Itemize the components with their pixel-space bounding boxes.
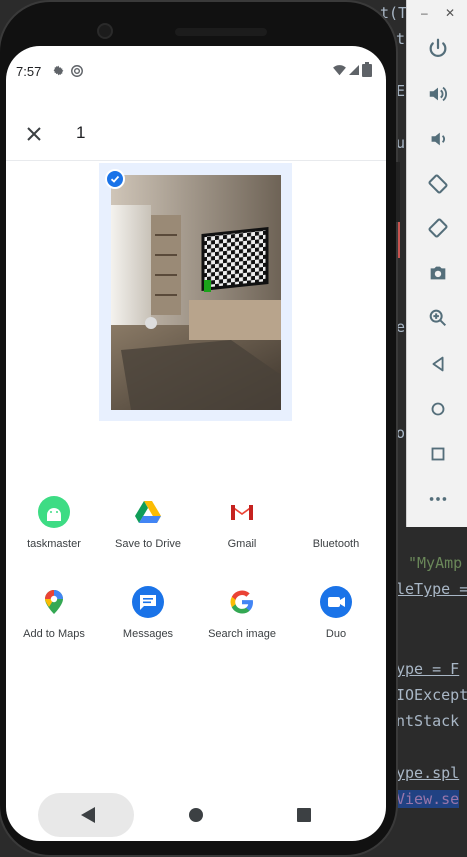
share-target-taskmaster[interactable]: taskmaster	[8, 496, 100, 566]
share-target-label: Messages	[122, 628, 174, 640]
minimize-button[interactable]: –	[421, 6, 428, 20]
volume-down-button[interactable]	[424, 125, 452, 153]
power-icon	[429, 38, 447, 57]
image-thumbnail	[111, 175, 281, 410]
image-preview-card[interactable]	[99, 163, 292, 421]
screenshot-button[interactable]	[424, 259, 452, 287]
messages-icon	[132, 586, 164, 618]
share-target-bluetooth[interactable]: Bluetooth	[290, 496, 382, 566]
navigation-bar	[6, 781, 386, 841]
battery-icon	[362, 62, 372, 77]
back-button[interactable]	[424, 350, 452, 378]
rotate-left-icon	[428, 174, 448, 194]
share-target-label: taskmaster	[27, 538, 81, 550]
sync-icon	[71, 65, 83, 77]
share-target-label: Gmail	[227, 538, 257, 550]
status-time: 7:57	[16, 64, 42, 79]
earpiece-speaker	[175, 28, 267, 36]
rotate-left-button[interactable]	[424, 170, 452, 198]
settings-gear-icon	[53, 65, 64, 76]
overview-square-icon	[297, 808, 311, 822]
share-target-search-image[interactable]: Search image	[196, 586, 288, 656]
rotate-right-icon	[428, 218, 448, 238]
maps-icon	[38, 586, 70, 618]
share-target-label: Bluetooth	[312, 538, 360, 550]
drive-icon	[132, 496, 164, 528]
share-target-gmail[interactable]: Gmail	[196, 496, 288, 566]
phone-frame: 7:57 1 taskmaster Save to Drive Gmail Bl…	[0, 0, 400, 857]
android-icon	[38, 496, 70, 528]
overview-button[interactable]	[424, 440, 452, 468]
back-icon	[432, 356, 444, 372]
close-icon	[27, 127, 41, 141]
home-button[interactable]	[424, 395, 452, 423]
bluetooth-icon	[320, 496, 352, 528]
more-icon	[429, 497, 447, 501]
selected-check-icon[interactable]	[105, 169, 125, 189]
emulator-toolbar: – ✕	[406, 0, 467, 527]
share-target-label: Duo	[325, 628, 347, 640]
nav-back-button[interactable]	[76, 803, 100, 827]
home-icon	[431, 402, 445, 416]
google-icon	[226, 586, 258, 618]
share-target-messages[interactable]: Messages	[102, 586, 194, 656]
ide-code-line: ype.spl	[396, 764, 460, 782]
share-target-add-to-maps[interactable]: Add to Maps	[8, 586, 100, 656]
share-target-label: Save to Drive	[114, 538, 182, 550]
front-camera	[97, 23, 113, 39]
ide-code-line: ntStack	[396, 712, 460, 730]
room-photo-image	[111, 175, 281, 410]
ide-code-line: ype = F	[396, 660, 460, 678]
back-triangle-icon	[81, 807, 95, 823]
share-target-label: Search image	[208, 628, 276, 640]
status-bar: 7:57	[6, 46, 386, 96]
volume-up-icon	[429, 86, 447, 102]
camera-icon	[430, 266, 446, 280]
overview-icon	[431, 447, 445, 461]
wifi-icon	[333, 65, 346, 76]
close-button[interactable]	[18, 118, 50, 150]
nav-home-button[interactable]	[184, 803, 208, 827]
ide-code-line: "MyAmp	[408, 554, 463, 572]
share-target-duo[interactable]: Duo	[290, 586, 382, 656]
zoom-button[interactable]	[424, 304, 452, 332]
volume-down-icon	[431, 132, 445, 146]
ide-code-line: View.se	[396, 790, 460, 808]
gmail-icon	[226, 496, 258, 528]
phone-side-button	[396, 162, 400, 222]
selected-count: 1	[76, 123, 86, 142]
volume-up-button[interactable]	[424, 80, 452, 108]
header-divider	[6, 160, 386, 161]
ide-code-line: IOExcept	[396, 686, 467, 704]
more-button[interactable]	[424, 485, 452, 513]
share-target-label: Add to Maps	[23, 628, 85, 640]
rotate-right-button[interactable]	[424, 214, 452, 242]
close-window-button[interactable]: ✕	[445, 6, 455, 20]
duo-icon	[320, 586, 352, 618]
phone-screen: 7:57 1 taskmaster Save to Drive Gmail Bl…	[6, 46, 386, 841]
share-target-save-to-drive[interactable]: Save to Drive	[102, 496, 194, 566]
zoom-icon	[429, 309, 447, 327]
signal-icon	[349, 65, 359, 75]
ide-code-line: leType =	[396, 580, 467, 598]
nav-overview-button[interactable]	[292, 803, 316, 827]
home-circle-icon	[189, 808, 203, 822]
power-button[interactable]	[424, 34, 452, 62]
